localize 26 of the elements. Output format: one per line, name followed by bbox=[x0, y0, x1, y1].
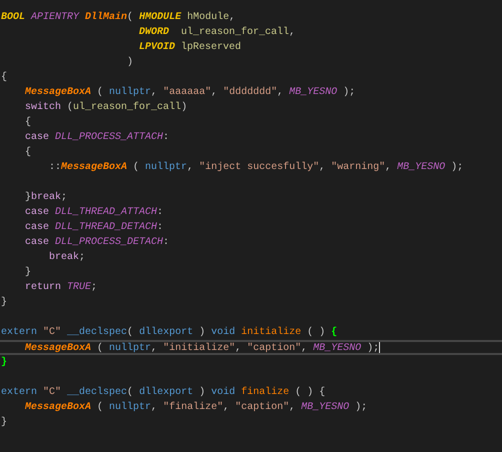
code-line: return TRUE; bbox=[24, 281, 98, 295]
code-line: { bbox=[24, 146, 32, 160]
code-line: extern "C" __declspec( dllexport ) void initialize ( ) { bbox=[0, 326, 338, 340]
code-line: case DLL_PROCESS_ATTACH: bbox=[24, 131, 170, 145]
code-line: MessageBoxA ( nullptr, "initialize", "caption", MB_YESNO ); bbox=[0, 340, 502, 355]
code-line: LPVOID lpReserved bbox=[138, 40, 242, 55]
code-line: case DLL_PROCESS_DETACH: bbox=[24, 236, 170, 250]
text-cursor bbox=[379, 342, 380, 353]
code-line: BOOL APIENTRY DllMain( HMODULE hModule, bbox=[0, 10, 236, 25]
code-line: switch (ul_reason_for_call) bbox=[24, 100, 188, 115]
code-line: DWORD ul_reason_for_call, bbox=[138, 26, 296, 40]
code-line: ) bbox=[126, 56, 134, 70]
code-line: { bbox=[0, 70, 8, 85]
code-line: MessageBoxA ( nullptr, "finalize", "caption", MB_YESNO ); bbox=[24, 400, 368, 415]
code-line: } bbox=[24, 266, 32, 280]
code-line: ::MessageBoxA ( nullptr, "inject succesfully", "warning", MB_YESNO ); bbox=[48, 160, 464, 175]
code-line: } bbox=[0, 416, 8, 430]
code-line: }break; bbox=[24, 190, 68, 205]
code-line: { bbox=[24, 116, 32, 130]
code-line: case DLL_THREAD_DETACH: bbox=[24, 221, 164, 235]
code-line: } bbox=[0, 356, 8, 370]
code-line: case DLL_THREAD_ATTACH: bbox=[24, 206, 164, 220]
code-line: extern "C" __declspec( dllexport ) void finalize ( ) { bbox=[0, 386, 326, 400]
code-line: break; bbox=[48, 250, 86, 265]
code-line: } bbox=[0, 296, 8, 310]
code-line: MessageBoxA ( nullptr, "aaaaaa", "ddddddd", MB_YESNO ); bbox=[24, 86, 356, 100]
